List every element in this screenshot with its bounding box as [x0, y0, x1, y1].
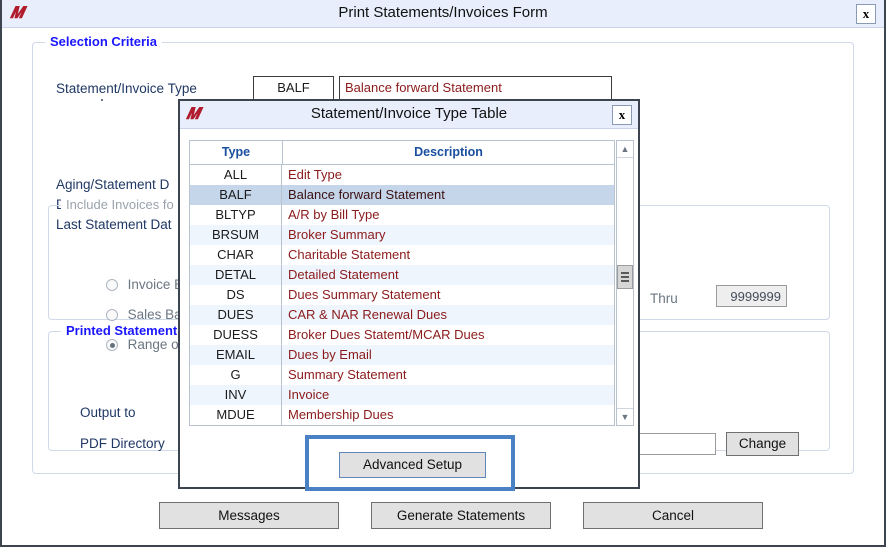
- cell-type: G: [190, 365, 282, 385]
- statement-type-label: Statement/Invoice Type: [56, 81, 197, 96]
- pdf-directory-label: PDF Directory: [80, 436, 165, 451]
- cell-type: BALF: [190, 185, 282, 205]
- cell-type: DS: [190, 285, 282, 305]
- cell-description: Detailed Statement: [288, 267, 399, 282]
- radio-indicator: [106, 279, 118, 291]
- cell-description: Dues Summary Statement: [288, 287, 441, 302]
- statement-type-description-input[interactable]: Balance forward Statement: [339, 76, 612, 100]
- cell-type: INV: [190, 385, 282, 405]
- table-row[interactable]: DS Dues Summary Statement: [190, 285, 614, 305]
- cell-description: Invoice: [288, 387, 330, 402]
- messages-button[interactable]: Messages: [159, 502, 339, 529]
- print-statements-window: 𝑴 Print Statements/Invoices Form x Selec…: [0, 0, 886, 547]
- cell-type: EMAIL: [190, 345, 282, 365]
- cell-type: CHAR: [190, 245, 282, 265]
- close-icon[interactable]: x: [856, 4, 876, 24]
- scrollbar-thumb[interactable]: [617, 265, 633, 289]
- cell-type: MDUE: [190, 405, 282, 425]
- advanced-setup-button[interactable]: Advanced Setup: [339, 452, 486, 478]
- table-row[interactable]: G Summary Statement: [190, 365, 614, 385]
- radio-indicator: [106, 309, 118, 321]
- table-row[interactable]: INV Invoice: [190, 385, 614, 405]
- table-row[interactable]: ALL Edit Type: [190, 165, 614, 185]
- statement-invoice-type-table-dialog: 𝑴 Statement/Invoice Type Table x Type De…: [178, 99, 640, 491]
- cell-type: BLTYP: [190, 205, 282, 225]
- statement-type-code-input[interactable]: BALF: [253, 76, 334, 100]
- cell-type: DUESS: [190, 325, 282, 345]
- thru-label: Thru: [650, 291, 678, 306]
- table-row[interactable]: DUES CAR & NAR Renewal Dues: [190, 305, 614, 325]
- dialog-title-bar: 𝑴 Statement/Invoice Type Table x: [180, 101, 638, 129]
- table-row[interactable]: DETAL Detailed Statement: [190, 265, 614, 285]
- window-title-bar: 𝑴 Print Statements/Invoices Form x: [2, 0, 884, 28]
- cancel-button[interactable]: Cancel: [583, 502, 763, 529]
- table-row[interactable]: BRSUM Broker Summary: [190, 225, 614, 245]
- selection-criteria-legend: Selection Criteria: [45, 34, 162, 49]
- table-row[interactable]: BALF Balance forward Statement: [190, 185, 614, 205]
- window-title: Print Statements/Invoices Form: [338, 4, 548, 21]
- table-row[interactable]: CHAR Charitable Statement: [190, 245, 614, 265]
- cell-description: Dues by Email: [288, 347, 372, 362]
- cell-description: CAR & NAR Renewal Dues: [288, 307, 447, 322]
- grid-body: ALL Edit Type BALF Balance forward Statemen…: [190, 165, 614, 425]
- generate-statements-button[interactable]: Generate Statements: [371, 502, 551, 529]
- chevron-down-icon[interactable]: ▼: [617, 408, 633, 425]
- column-header-description[interactable]: Description: [283, 141, 614, 164]
- cell-description: Broker Dues Statemt/MCAR Dues: [288, 327, 485, 342]
- cell-description: Charitable Statement: [288, 247, 411, 262]
- cell-type: BRSUM: [190, 225, 282, 245]
- scrollbar-thumb-grip: [621, 272, 629, 274]
- advanced-setup-focus-panel: Advanced Setup: [305, 435, 515, 491]
- cell-description: Balance forward Statement: [288, 187, 445, 202]
- cell-type: DUES: [190, 305, 282, 325]
- table-row[interactable]: EMAIL Dues by Email: [190, 345, 614, 365]
- cell-description: Summary Statement: [288, 367, 407, 382]
- change-button[interactable]: Change: [726, 432, 799, 456]
- grid-vertical-scrollbar[interactable]: ▲ ▼: [616, 140, 634, 426]
- cell-type: ALL: [190, 165, 282, 185]
- radio-label: Sales Bat: [127, 307, 186, 322]
- radio-sales-batch[interactable]: Sales Bat: [106, 307, 185, 322]
- dialog-title: Statement/Invoice Type Table: [310, 105, 508, 122]
- type-table-grid: Type Description ALL Edit Type BALF Balance…: [189, 140, 615, 426]
- include-invoices-legend: Include Invoices fo: [61, 197, 179, 212]
- grid-header-row: Type Description: [190, 141, 614, 165]
- table-row[interactable]: MDUE Membership Dues: [190, 405, 614, 425]
- cell-description: A/R by Bill Type: [288, 207, 380, 222]
- column-header-type[interactable]: Type: [190, 141, 283, 164]
- printed-statements-legend: Printed Statement: [61, 323, 183, 338]
- output-to-label: Output to: [80, 405, 136, 420]
- aging-statement-date-label: Aging/Statement D: [56, 177, 170, 192]
- cell-description: Edit Type: [288, 167, 342, 182]
- cell-description: Membership Dues: [288, 407, 394, 422]
- chevron-up-icon[interactable]: ▲: [617, 141, 633, 158]
- table-row[interactable]: DUESS Broker Dues Statemt/MCAR Dues: [190, 325, 614, 345]
- cell-description: Broker Summary: [288, 227, 386, 242]
- close-icon[interactable]: x: [612, 105, 632, 125]
- cell-type: DETAL: [190, 265, 282, 285]
- decorative-dot: [101, 99, 103, 101]
- table-row[interactable]: BLTYP A/R by Bill Type: [190, 205, 614, 225]
- radio-label: Invoice B: [127, 277, 184, 292]
- thru-value-input[interactable]: 9999999: [716, 285, 787, 307]
- radio-invoice-batch[interactable]: Invoice B: [106, 277, 183, 292]
